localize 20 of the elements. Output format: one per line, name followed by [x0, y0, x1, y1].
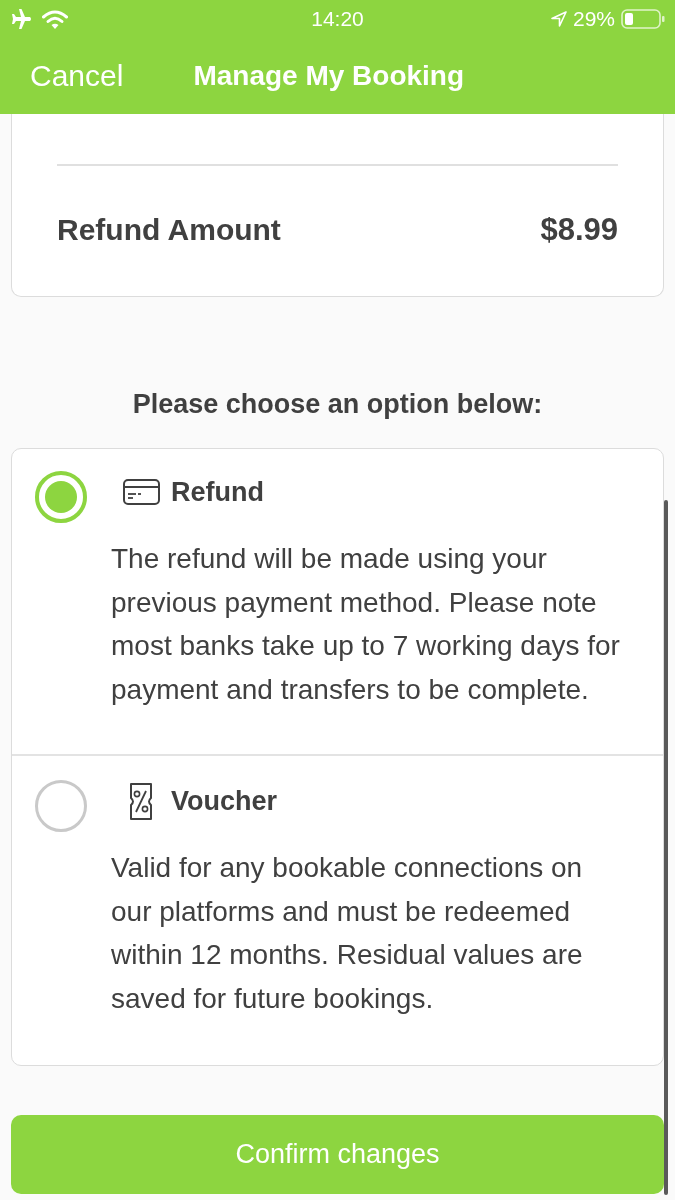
credit-card-icon: [122, 479, 160, 505]
wifi-icon: [42, 9, 68, 29]
radio-button[interactable]: [35, 471, 87, 523]
refund-amount-value: $8.99: [540, 213, 618, 247]
airplane-icon: [10, 9, 32, 29]
cancel-button[interactable]: Cancel: [30, 61, 124, 91]
option-description: The refund will be made using your previous payment method. Please note most banks take up to 7 working days for payment and transfers to be complete.: [111, 542, 621, 707]
status-time: 14:20: [311, 6, 364, 33]
confirm-changes-button[interactable]: Confirm changes: [11, 1115, 664, 1194]
option-title: Refund: [171, 476, 264, 509]
option-title: Voucher: [171, 785, 278, 818]
radio-button[interactable]: [35, 780, 87, 832]
voucher-ticket-icon: [129, 782, 153, 820]
location-arrow-icon: [550, 11, 567, 27]
battery-icon: [621, 9, 665, 29]
option-description: Valid for any bookable connections on our platforms and must be redeemed within 12 months. Residual values are saved for future bookings.: [111, 851, 584, 1016]
page-title: Manage My Booking: [193, 59, 465, 93]
battery-percentage: 29%: [572, 6, 615, 33]
option-prompt: Please choose an option below:: [132, 389, 543, 419]
refund-amount-label: Refund Amount: [57, 213, 281, 247]
